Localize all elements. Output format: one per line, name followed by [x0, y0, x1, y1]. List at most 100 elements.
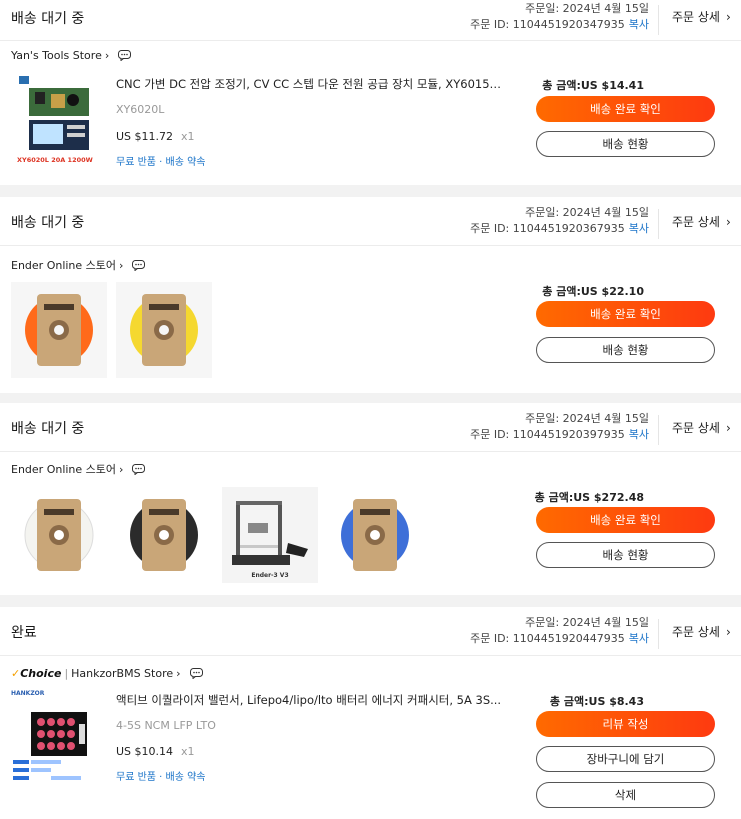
track-shipment-button[interactable]: 배송 현황 — [536, 542, 715, 568]
order-detail-link[interactable]: 주문 상세 › — [672, 419, 731, 436]
quantity: x1 — [181, 745, 195, 758]
confirm-delivery-button[interactable]: 배송 완료 확인 — [536, 507, 715, 533]
product-image-caption: Ender-3 V3 — [251, 572, 289, 579]
product-image-caption: XY6020L 20A 1200W — [17, 156, 93, 164]
divider — [0, 451, 741, 452]
checkmark-icon: ✓ — [11, 667, 21, 680]
product-image[interactable] — [11, 487, 107, 583]
track-shipment-button[interactable]: 배송 현황 — [536, 131, 715, 157]
product-image[interactable]: HANKZOR — [11, 688, 107, 784]
confirm-delivery-button[interactable]: 배송 완료 확인 — [536, 96, 715, 122]
order-detail-label: 주문 상세 — [672, 421, 720, 435]
order-status: 배송 대기 중 — [11, 11, 85, 27]
product-image[interactable] — [327, 487, 423, 583]
product-title[interactable]: CNC 가변 DC 전압 조정기, CV CC 스텝 다운 전원 공급 장치 모… — [116, 76, 506, 92]
price-value: US $11.72 — [116, 130, 174, 143]
divider — [0, 245, 741, 246]
order-status: 배송 대기 중 — [11, 421, 85, 437]
divider — [658, 209, 659, 239]
order-meta: 주문일: 2024년 4월 15일 주문 ID: 110445192034793… — [470, 1, 649, 33]
choice-badge: ✓Choice — [11, 667, 61, 680]
quantity: x1 — [181, 130, 195, 143]
delete-button[interactable]: 삭제 — [536, 782, 715, 808]
chevron-right-icon: › — [176, 667, 181, 680]
product-image[interactable] — [11, 282, 107, 378]
copy-button[interactable]: 복사 — [629, 18, 649, 31]
store-link[interactable]: Ender Online 스토어 › — [11, 461, 146, 477]
store-name: Yan's Tools Store — [11, 49, 102, 62]
order-card: 완료 주문일: 2024년 4월 15일 주문 ID: 110445192044… — [0, 607, 741, 819]
copy-button[interactable]: 복사 — [629, 428, 649, 441]
chevron-right-icon: › — [725, 10, 731, 24]
track-shipment-button[interactable]: 배송 현황 — [536, 337, 715, 363]
add-to-cart-button[interactable]: 장바구니에 담기 — [536, 746, 715, 772]
order-id: 주문 ID: 1104451920447935 — [470, 632, 625, 645]
copy-button[interactable]: 복사 — [629, 632, 649, 645]
free-return-badge[interactable]: 무료 반품 · 배송 약속 — [116, 768, 206, 783]
free-return-badge[interactable]: 무료 반품 · 배송 약속 — [116, 153, 206, 168]
chat-icon[interactable] — [132, 463, 146, 475]
product-image[interactable]: Ender-3 V3 — [222, 487, 318, 583]
product-image[interactable] — [116, 282, 212, 378]
chat-icon[interactable] — [189, 668, 203, 679]
confirm-delivery-button[interactable]: 배송 완료 확인 — [536, 301, 715, 327]
chevron-right-icon: › — [725, 625, 731, 639]
chevron-right-icon: › — [119, 462, 124, 476]
order-detail-link[interactable]: 주문 상세 › — [672, 213, 731, 230]
write-review-button[interactable]: 리뷰 작성 — [536, 711, 715, 737]
product-sku: XY6020L — [116, 103, 165, 116]
order-card: 배송 대기 중 주문일: 2024년 4월 15일 주문 ID: 1104451… — [0, 403, 741, 595]
order-detail-label: 주문 상세 — [672, 10, 720, 24]
order-meta: 주문일: 2024년 4월 15일 주문 ID: 110445192044793… — [470, 615, 649, 647]
order-date: 주문일: 2024년 4월 15일 — [525, 2, 649, 15]
order-date: 주문일: 2024년 4월 15일 — [525, 616, 649, 629]
chevron-right-icon: › — [725, 215, 731, 229]
product-sku: 4-5S NCM LFP LTO — [116, 719, 216, 732]
order-total: 총 금액:US $14.41 — [542, 79, 644, 92]
product-image[interactable] — [116, 487, 212, 583]
order-total: 총 금액:US $272.48 — [534, 491, 644, 504]
product-image[interactable]: XY6020L 20A 1200W — [11, 70, 107, 166]
chat-icon[interactable] — [132, 259, 146, 271]
order-date: 주문일: 2024년 4월 15일 — [525, 206, 649, 219]
order-id: 주문 ID: 1104451920347935 — [470, 18, 625, 31]
divider — [0, 40, 741, 41]
order-detail-label: 주문 상세 — [672, 625, 720, 639]
price-value: US $10.14 — [116, 745, 174, 758]
store-link[interactable]: ✓Choice | HankzorBMS Store › — [11, 667, 203, 680]
chevron-right-icon: › — [104, 49, 110, 62]
store-link[interactable]: Yan's Tools Store › — [11, 49, 132, 62]
order-date: 주문일: 2024년 4월 15일 — [525, 412, 649, 425]
order-detail-label: 주문 상세 — [672, 215, 720, 229]
order-meta: 주문일: 2024년 4월 15일 주문 ID: 110445192036793… — [470, 205, 649, 237]
order-status: 완료 — [11, 625, 37, 641]
divider — [0, 655, 741, 656]
divider — [658, 5, 659, 35]
order-total: 총 금액:US $22.10 — [542, 285, 644, 298]
divider — [658, 415, 659, 445]
copy-button[interactable]: 복사 — [629, 222, 649, 235]
store-link[interactable]: Ender Online 스토어 › — [11, 257, 146, 273]
product-price: US $10.14 x1 — [116, 745, 195, 758]
chat-icon[interactable] — [118, 50, 132, 61]
order-id: 주문 ID: 1104451920367935 — [470, 222, 625, 235]
divider — [658, 619, 659, 649]
chevron-right-icon: › — [119, 258, 124, 272]
store-name: HankzorBMS Store — [71, 667, 174, 680]
order-meta: 주문일: 2024년 4월 15일 주문 ID: 110445192039793… — [470, 411, 649, 443]
order-detail-link[interactable]: 주문 상세 › — [672, 623, 731, 640]
store-name: Ender Online 스토어 — [11, 463, 117, 476]
product-title[interactable]: 액티브 이퀄라이저 밸런서, Lifepo4/lipo/lto 배터리 에너지 … — [116, 692, 506, 708]
order-id: 주문 ID: 1104451920397935 — [470, 428, 625, 441]
order-card: 배송 대기 중 주문일: 2024년 4월 15일 주문 ID: 1104451… — [0, 0, 741, 185]
product-price: US $11.72 x1 — [116, 130, 195, 143]
order-card: 배송 대기 중 주문일: 2024년 4월 15일 주문 ID: 1104451… — [0, 197, 741, 393]
order-total: 총 금액:US $8.43 — [549, 695, 644, 708]
order-status: 배송 대기 중 — [11, 215, 85, 231]
brand-logo: HANKZOR — [11, 690, 45, 697]
separator: | — [64, 667, 69, 680]
chevron-right-icon: › — [725, 421, 731, 435]
choice-label: Choice — [20, 667, 62, 680]
order-detail-link[interactable]: 주문 상세 › — [672, 8, 731, 25]
store-name: Ender Online 스토어 — [11, 259, 117, 272]
